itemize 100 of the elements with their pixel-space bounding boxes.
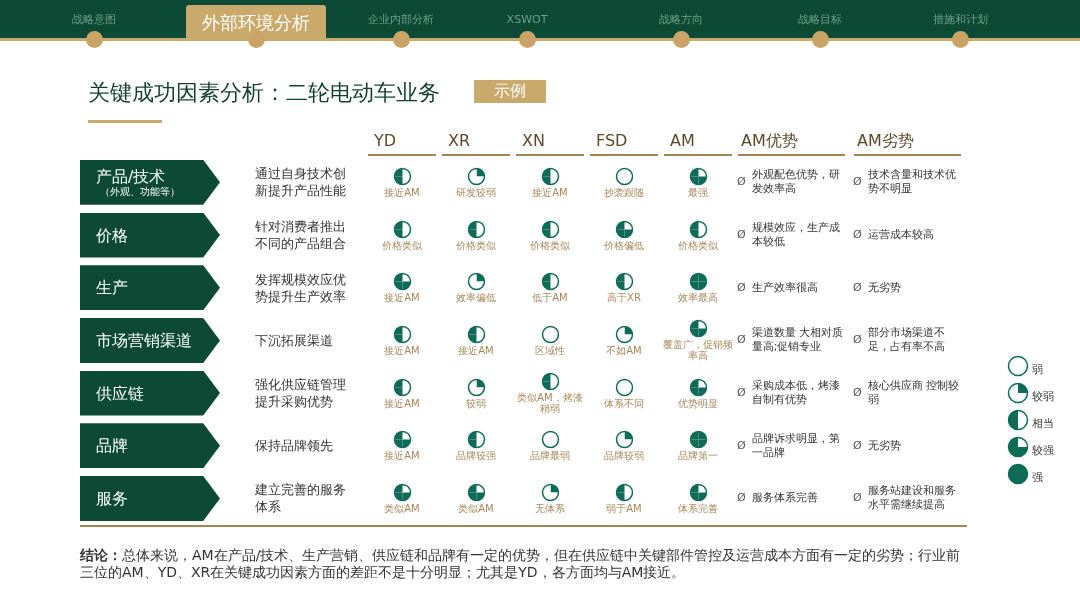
rating-note: 不如AM xyxy=(606,344,642,356)
rating-ball-icon xyxy=(466,430,486,450)
rating-ball-icon xyxy=(614,219,634,239)
disadvantage-text: 无劣势 xyxy=(867,280,901,295)
factor-label: 价格 xyxy=(80,212,220,258)
rating-ball-icon xyxy=(540,324,560,344)
factor-description: 通过自身技术创新提升产品性能 xyxy=(254,165,347,201)
rating-note: 类似AM xyxy=(458,502,494,514)
rating-note: 类似AM xyxy=(384,502,420,514)
factor-description: 强化供应链管理提升采购优势 xyxy=(254,376,347,412)
rating-note: 优势明显 xyxy=(678,397,718,409)
rating-ball-icon xyxy=(466,377,486,397)
factor-label: 供应链 xyxy=(80,370,220,416)
disadvantage-text: 无劣势 xyxy=(867,438,901,453)
rating-note: 接近AM xyxy=(384,397,420,409)
factor-description: 保持品牌领先 xyxy=(254,437,334,456)
rating-note: 品牌较强 xyxy=(456,450,496,462)
bullet-mark: Ø xyxy=(737,438,746,453)
bullet-mark: Ø xyxy=(853,175,862,190)
rating-ball-icon xyxy=(392,324,412,344)
advantage-text: 生产效率很高 xyxy=(751,280,818,295)
nav-tab[interactable]: 外部环境分析 xyxy=(186,5,326,41)
rating-note: 接近AM xyxy=(458,344,494,356)
rating-ball-icon xyxy=(392,219,412,239)
rating-ball-icon xyxy=(688,377,708,397)
nav-tab[interactable]: 战略方向 xyxy=(659,11,703,27)
rating-ball-icon xyxy=(466,324,486,344)
rating-note: 接近AM xyxy=(384,450,420,462)
rating-note: 价格类似 xyxy=(678,239,718,251)
rating-ball-icon xyxy=(540,372,560,392)
bullet-mark: Ø xyxy=(737,386,746,401)
nav-tab[interactable]: 战略意图 xyxy=(72,11,116,27)
rating-note: 较弱 xyxy=(466,397,486,409)
legend-label: 强 xyxy=(1032,470,1043,485)
rating-ball-icon xyxy=(688,319,708,339)
advantage-text: 采购成本低，烤漆自制有优势 xyxy=(751,379,841,408)
rating-ball-icon xyxy=(614,482,634,502)
legend-label: 较弱 xyxy=(1032,389,1054,404)
rating-ball-icon xyxy=(466,166,486,186)
rating-ball-icon xyxy=(540,272,560,292)
bullet-mark: Ø xyxy=(737,228,746,243)
disadvantage-text: 部分市场渠道不足，占有率不高 xyxy=(867,326,946,355)
rating-note: 无体系 xyxy=(535,502,565,514)
rating-note: 最强 xyxy=(688,186,708,198)
nav-tab[interactable]: XSWOT xyxy=(506,12,548,26)
rating-ball-icon xyxy=(392,430,412,450)
rating-ball-icon xyxy=(1007,436,1029,458)
rating-note: 接近AM xyxy=(384,344,420,356)
rating-note: 类似AM，烤漆稍弱 xyxy=(516,392,584,415)
rating-note: 品牌较弱 xyxy=(604,450,644,462)
legend-label: 弱 xyxy=(1032,362,1043,377)
example-badge: 示例 xyxy=(474,80,546,103)
bullet-mark: Ø xyxy=(853,386,862,401)
column-header: AM劣势 xyxy=(854,130,961,156)
disadvantage-text: 运营成本较高 xyxy=(867,228,934,243)
rating-note: 覆盖广，促销频率高 xyxy=(662,339,734,362)
bullet-mark: Ø xyxy=(737,333,746,348)
rating-ball-icon xyxy=(540,430,560,450)
bullet-mark: Ø xyxy=(737,175,746,190)
page-title: 关键成功因素分析：二轮电动车业务 xyxy=(88,79,440,107)
rating-ball-icon xyxy=(614,377,634,397)
disadvantage-text: 服务站建设和服务水平需继续提高 xyxy=(867,484,957,513)
rating-note: 品牌第一 xyxy=(678,450,718,462)
nav-tab[interactable]: 措施和计划 xyxy=(932,11,988,27)
rating-ball-icon xyxy=(540,166,560,186)
rating-ball-icon xyxy=(466,219,486,239)
rating-ball-icon xyxy=(614,272,634,292)
disadvantage-text: 核心供应商 控制较弱 xyxy=(867,379,961,408)
factor-label: 服务 xyxy=(80,475,220,521)
factor-description: 针对消费者推出不同的产品组合 xyxy=(254,218,347,254)
factor-label: 产品/技术 （外观、功能等） xyxy=(80,159,220,205)
bullet-mark: Ø xyxy=(853,333,862,348)
factor-description: 建立完善的服务体系 xyxy=(254,481,347,517)
rating-note: 低于AM xyxy=(532,292,568,304)
rating-ball-icon xyxy=(1007,382,1029,404)
rating-ball-icon xyxy=(688,272,708,292)
rating-note: 价格类似 xyxy=(382,239,422,251)
column-header: AM优势 xyxy=(738,130,845,156)
bullet-mark: Ø xyxy=(853,228,862,243)
rating-ball-icon xyxy=(1007,463,1029,485)
rating-note: 品牌最弱 xyxy=(530,450,570,462)
nav-tab[interactable]: 战略目标 xyxy=(798,11,842,27)
advantage-text: 渠道数量 大相对质量高;促销专业 xyxy=(751,326,845,355)
rating-ball-icon xyxy=(614,430,634,450)
nav-tab[interactable]: 企业内部分析 xyxy=(368,11,434,27)
advantage-text: 规模效应，生产成本较低 xyxy=(751,221,841,250)
rating-note: 体系完善 xyxy=(678,502,718,514)
column-header: XR xyxy=(442,130,510,156)
rating-ball-icon xyxy=(466,482,486,502)
rating-note: 高于XR xyxy=(607,292,641,304)
legend-label: 较强 xyxy=(1032,443,1054,458)
factor-description: 下沉拓展渠道 xyxy=(254,331,334,350)
rating-note: 体系不同 xyxy=(604,397,644,409)
rating-ball-icon xyxy=(1007,355,1029,377)
rating-note: 抄袭跟随 xyxy=(604,186,644,198)
rating-ball-icon xyxy=(540,482,560,502)
bullet-mark: Ø xyxy=(737,491,746,506)
rating-note: 接近AM xyxy=(384,186,420,198)
bullet-mark: Ø xyxy=(853,491,862,506)
rating-note: 接近AM xyxy=(384,292,420,304)
